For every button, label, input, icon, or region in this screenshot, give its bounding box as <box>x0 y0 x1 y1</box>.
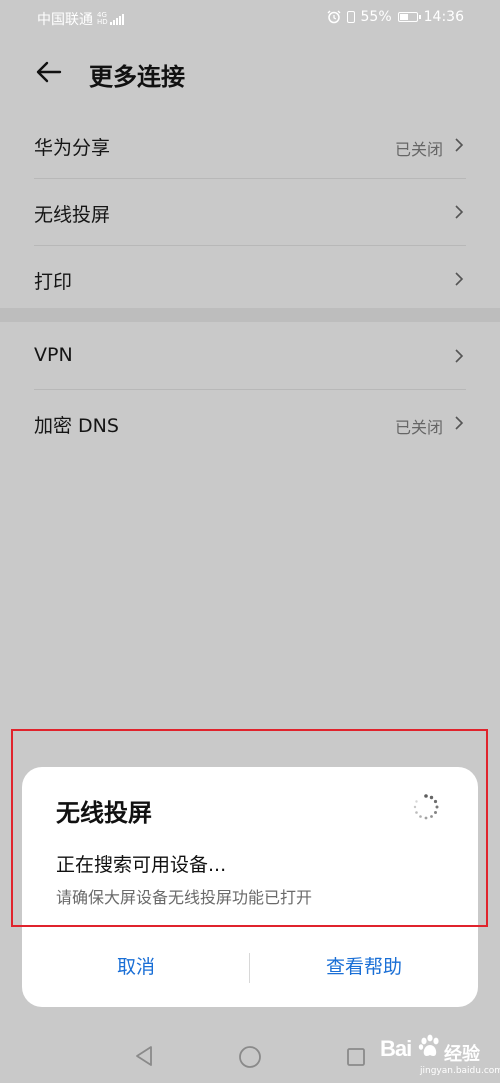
settings-group-connections: 华为分享 已关闭 无线投屏 打印 <box>0 112 500 312</box>
section-divider <box>0 308 500 322</box>
page-title: 更多连接 <box>89 63 185 91</box>
battery-fill <box>399 14 408 20</box>
clock: 14:36 <box>423 9 464 25</box>
alarm-icon <box>327 10 341 24</box>
chevron-right-icon <box>455 272 464 286</box>
watermark-brand: Bai <box>380 1036 412 1061</box>
annotation-highlight-box <box>11 729 488 927</box>
status-bar: 中国联通 4G HD 55% 14:36 <box>0 0 500 36</box>
cancel-button[interactable]: 取消 <box>22 947 250 987</box>
watermark-sub: 经验 <box>444 1044 480 1065</box>
status-right: 55% 14:36 <box>327 9 464 25</box>
watermark-url: jingyan.baidu.com <box>420 1066 500 1076</box>
square-recent-icon[interactable] <box>346 1047 366 1067</box>
vibrate-icon <box>346 11 355 23</box>
row-status: 已关闭 <box>394 418 443 437</box>
triangle-back-icon[interactable] <box>133 1044 155 1068</box>
settings-group-network: VPN 加密 DNS 已关闭 <box>0 323 500 456</box>
paw-logo-icon <box>418 1034 439 1056</box>
baidu-watermark: Bai 经验 jingyan.baidu.com <box>380 1032 500 1080</box>
arrow-left-icon[interactable] <box>32 58 64 86</box>
row-label: 华为分享 <box>34 137 111 159</box>
battery-icon <box>397 12 421 22</box>
signal-icon <box>110 13 124 25</box>
row-label: 加密 DNS <box>34 415 119 437</box>
battery-percent: 55% <box>360 9 392 25</box>
row-label: 无线投屏 <box>34 204 111 226</box>
network-badge-bottom: HD <box>97 18 108 26</box>
chevron-right-icon <box>455 416 464 430</box>
settings-row-huawei-share[interactable]: 华为分享 已关闭 <box>34 112 466 179</box>
settings-row-wireless-projection[interactable]: 无线投屏 <box>34 179 466 246</box>
view-help-button[interactable]: 查看帮助 <box>250 947 478 987</box>
settings-row-vpn[interactable]: VPN <box>34 323 466 390</box>
settings-row-print[interactable]: 打印 <box>34 246 466 312</box>
network-type-badge: 4G HD <box>97 12 108 26</box>
header: 更多连接 <box>0 48 500 98</box>
chevron-right-icon <box>455 138 464 152</box>
circle-home-icon[interactable] <box>238 1045 262 1069</box>
status-left: 中国联通 4G HD <box>37 9 124 29</box>
carrier-name: 中国联通 <box>37 12 93 28</box>
chevron-right-icon <box>455 349 464 363</box>
row-label: 打印 <box>34 271 73 293</box>
row-status: 已关闭 <box>394 140 443 159</box>
row-label: VPN <box>34 344 73 366</box>
settings-row-encrypted-dns[interactable]: 加密 DNS 已关闭 <box>34 390 466 456</box>
chevron-right-icon <box>455 205 464 219</box>
